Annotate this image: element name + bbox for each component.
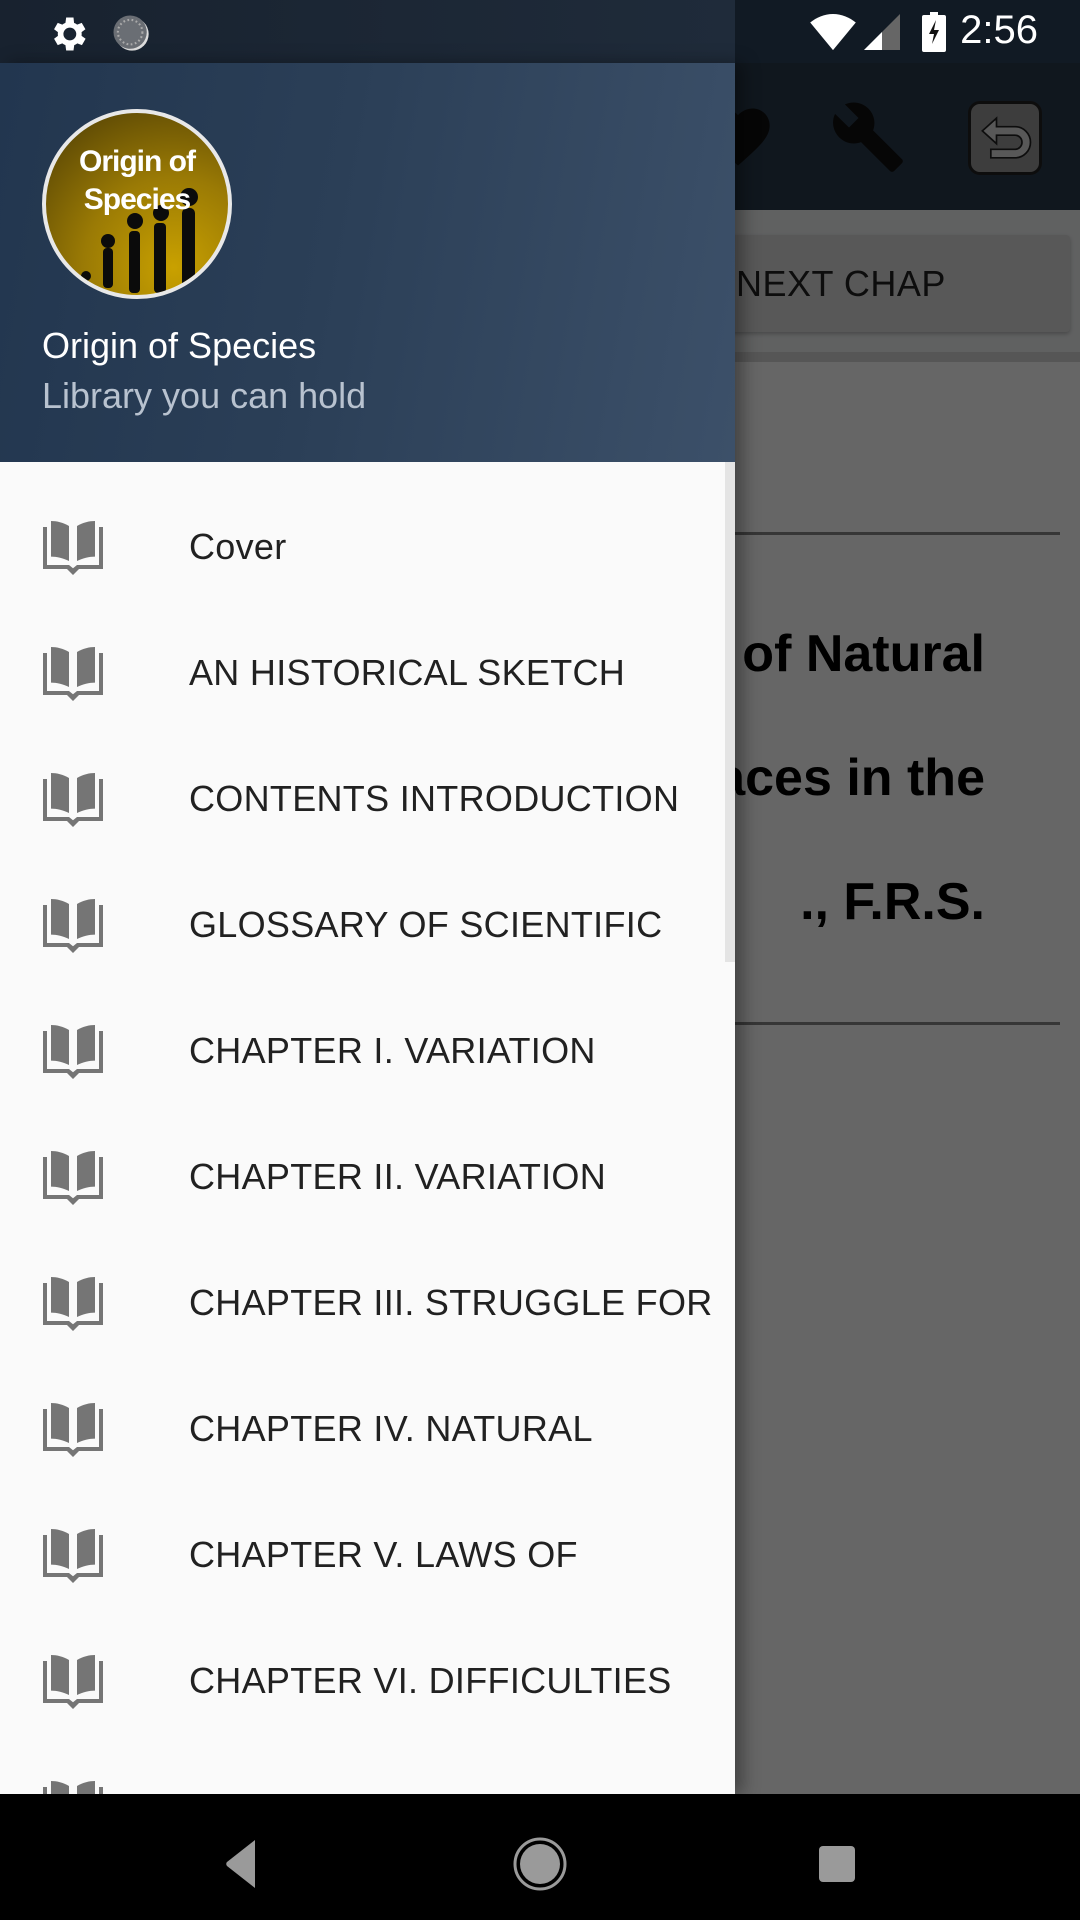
status-bar: 2:56 [0, 0, 1080, 63]
book-open-icon [43, 899, 103, 953]
battery-charging-icon [922, 12, 946, 52]
book-open-icon [43, 1151, 103, 1205]
chapter-list: Cover AN HISTORICAL SKETCH CONTENTS INTR… [0, 462, 735, 1794]
recents-button[interactable] [797, 1824, 877, 1904]
app-logo: Origin of Species [42, 109, 232, 299]
system-nav-bar [0, 1794, 1080, 1920]
book-open-icon [43, 521, 103, 575]
settings-icon [54, 17, 86, 51]
drawer-menu-item[interactable]: CHAPTER II. VARIATION [0, 1114, 735, 1240]
book-open-icon [43, 1655, 103, 1709]
drawer-menu-label: CONTENTS INTRODUCTION [189, 778, 680, 819]
drawer-menu-item[interactable]: CHAPTER VI. DIFFICULTIES [0, 1618, 735, 1744]
wifi-icon [810, 14, 856, 51]
drawer-scrollbar[interactable] [725, 462, 735, 962]
book-open-icon [43, 1403, 103, 1457]
drawer-header: Origin of Species Origin of Species Libr… [0, 63, 735, 462]
drawer-menu-label: CHAPTER V. LAWS OF [189, 1534, 578, 1575]
signal-icon [864, 14, 900, 50]
drawer-menu-item[interactable]: Cover [0, 484, 735, 610]
drawer-menu-item[interactable]: CHAPTER I. VARIATION [0, 988, 735, 1114]
drawer-menu-item[interactable]: CHAPTER III. STRUGGLE FOR [0, 1240, 735, 1366]
book-open-icon [43, 1025, 103, 1079]
navigation-drawer: Origin of Species Origin of Species Libr… [0, 63, 735, 1794]
app-name: Origin of Species [42, 325, 317, 366]
drawer-menu-label: AN HISTORICAL SKETCH [189, 652, 626, 693]
drawer-menu-item[interactable]: CONTENTS INTRODUCTION [0, 736, 735, 862]
drawer-menu-label: GLOSSARY OF SCIENTIFIC [189, 904, 663, 945]
logo-text: Species [83, 183, 191, 216]
back-icon [226, 1840, 255, 1888]
sync-icon [113, 15, 149, 51]
drawer-menu-label: CHAPTER I. VARIATION [189, 1030, 596, 1071]
app-tagline: Library you can hold [42, 375, 367, 416]
drawer-menu-item[interactable]: CHAPTER V. LAWS OF [0, 1492, 735, 1618]
drawer-menu-label: CHAPTER IV. NATURAL [189, 1408, 593, 1449]
back-button[interactable] [203, 1824, 283, 1904]
drawer-menu-item[interactable]: CHAPTER IV. NATURAL [0, 1366, 735, 1492]
clock: 2:56 [960, 8, 1038, 52]
home-icon [513, 1837, 567, 1891]
logo-text: Origin of [79, 145, 196, 178]
drawer-menu-item[interactable]: GLOSSARY OF SCIENTIFIC [0, 862, 735, 988]
home-button[interactable] [500, 1824, 580, 1904]
recents-icon [819, 1846, 855, 1882]
book-open-icon [43, 1529, 103, 1583]
drawer-menu-label: CHAPTER II. VARIATION [189, 1156, 607, 1197]
drawer-menu-label: CHAPTER III. STRUGGLE FOR [189, 1282, 713, 1323]
drawer-menu-item[interactable]: AN HISTORICAL SKETCH [0, 610, 735, 736]
book-open-icon [43, 773, 103, 827]
drawer-menu-label: CHAPTER VI. DIFFICULTIES [189, 1660, 672, 1701]
book-open-icon [43, 647, 103, 701]
drawer-menu-label: Cover [189, 526, 287, 567]
book-open-icon [43, 1277, 103, 1331]
book-open-icon [43, 1781, 103, 1794]
drawer-menu-item[interactable] [0, 1744, 735, 1794]
